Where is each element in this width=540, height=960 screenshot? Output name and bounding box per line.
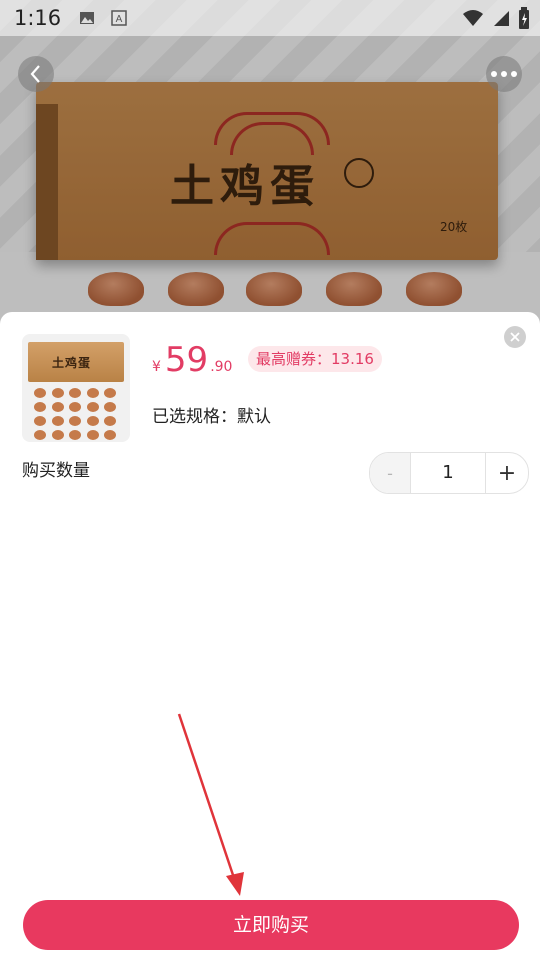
close-icon <box>510 332 520 342</box>
product-detail-screen: 土鸡蛋 20枚 1:16 A 土鸡蛋 ¥ 59 .90 最高赠券：13.16 已… <box>0 0 540 960</box>
price-integer: 59 <box>164 340 209 380</box>
product-photo: 土鸡蛋 20枚 <box>0 0 540 340</box>
close-button[interactable] <box>504 326 526 348</box>
product-thumbnail: 土鸡蛋 <box>22 334 130 442</box>
status-bar: 1:16 A <box>0 0 540 36</box>
signal-icon <box>494 11 509 26</box>
thumbnail-title: 土鸡蛋 <box>52 356 92 370</box>
wifi-icon <box>463 10 483 26</box>
price-currency: ¥ <box>152 359 161 375</box>
battery-icon <box>519 7 529 29</box>
quantity-value[interactable]: 1 <box>410 453 486 493</box>
more-dots-icon <box>491 71 517 77</box>
coupon-badge: 最高赠券：13.16 <box>248 346 382 372</box>
selected-spec[interactable]: 已选规格：默认 <box>152 402 271 427</box>
purchase-sheet: 土鸡蛋 ¥ 59 .90 最高赠券：13.16 已选规格：默认 购买数量 - 1 <box>0 312 540 960</box>
back-arrow-icon <box>30 65 40 83</box>
price-decimal: .90 <box>210 359 233 375</box>
quantity-stepper: - 1 + <box>369 452 529 494</box>
quantity-label: 购买数量 <box>22 461 90 481</box>
buy-now-button[interactable]: 立即购买 <box>23 900 519 950</box>
svg-text:A: A <box>116 14 123 25</box>
decrease-button[interactable]: - <box>370 453 410 493</box>
price: ¥ 59 .90 <box>152 340 232 384</box>
back-button[interactable] <box>18 56 54 92</box>
text-a-icon: A <box>111 10 127 26</box>
image-icon <box>80 12 95 24</box>
more-button[interactable] <box>486 56 522 92</box>
status-time: 1:16 <box>14 6 62 30</box>
increase-button[interactable]: + <box>486 453 528 493</box>
